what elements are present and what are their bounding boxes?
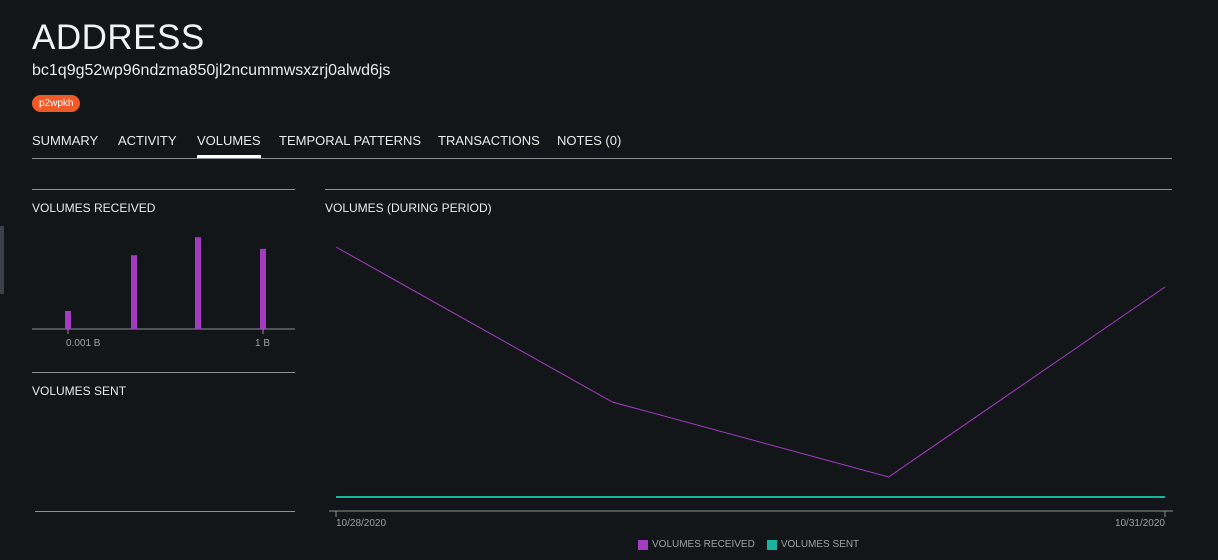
tab-transactions[interactable]: TRANSACTIONS [438, 133, 540, 157]
sent-panel-divider [32, 372, 295, 373]
side-scroll-handle[interactable] [0, 226, 4, 294]
period-tick-label: 10/31/2020 [1115, 518, 1165, 529]
tab-activity[interactable]: ACTIVITY [118, 133, 177, 157]
received-panel-divider [32, 189, 295, 190]
period-panel-divider [325, 189, 1172, 190]
legend-item-received[interactable]: VOLUMES RECEIVED [638, 539, 755, 550]
period-tick-label: 10/28/2020 [336, 518, 386, 529]
tab-temporal-patterns[interactable]: TEMPORAL PATTERNS [279, 133, 421, 157]
period-panel-title: VOLUMES (DURING PERIOD) [325, 201, 492, 215]
address-hash: bc1q9g52wp96ndzma850jl2ncummwsxzrj0alwd6… [32, 62, 391, 79]
received-tick-label: 1 B [255, 338, 270, 349]
volumes-received-chart: 0.001 B 1 B [32, 237, 295, 349]
received-panel-title: VOLUMES RECEIVED [32, 201, 156, 215]
tab-bar: SUMMARY ACTIVITY VOLUMES TEMPORAL PATTER… [32, 133, 1172, 159]
sent-panel-baseline [35, 511, 295, 512]
tab-notes[interactable]: NOTES (0) [557, 133, 621, 157]
legend-swatch-sent [766, 539, 777, 550]
period-chart-legend: VOLUMES RECEIVED VOLUMES SENT [638, 539, 859, 550]
volumes-period-chart: 10/28/2020 10/31/2020 [329, 246, 1173, 529]
received-tick-label: 0.001 B [66, 338, 101, 349]
legend-label-sent: VOLUMES SENT [780, 539, 860, 550]
received-bar[interactable] [131, 255, 137, 329]
sent-panel-title: VOLUMES SENT [32, 384, 127, 398]
tab-summary[interactable]: SUMMARY [32, 133, 98, 157]
legend-item-sent[interactable]: VOLUMES SENT [766, 539, 860, 550]
page-title: ADDRESS [32, 18, 205, 57]
address-type-badge: p2wpkh [32, 95, 81, 112]
received-bar[interactable] [65, 311, 71, 329]
legend-label-received: VOLUMES RECEIVED [652, 539, 755, 550]
received-bar[interactable] [260, 248, 266, 329]
tab-volumes[interactable]: VOLUMES [197, 133, 261, 158]
series-line-received[interactable] [335, 246, 1166, 478]
legend-swatch-received [638, 539, 648, 550]
received-bar[interactable] [195, 237, 201, 329]
